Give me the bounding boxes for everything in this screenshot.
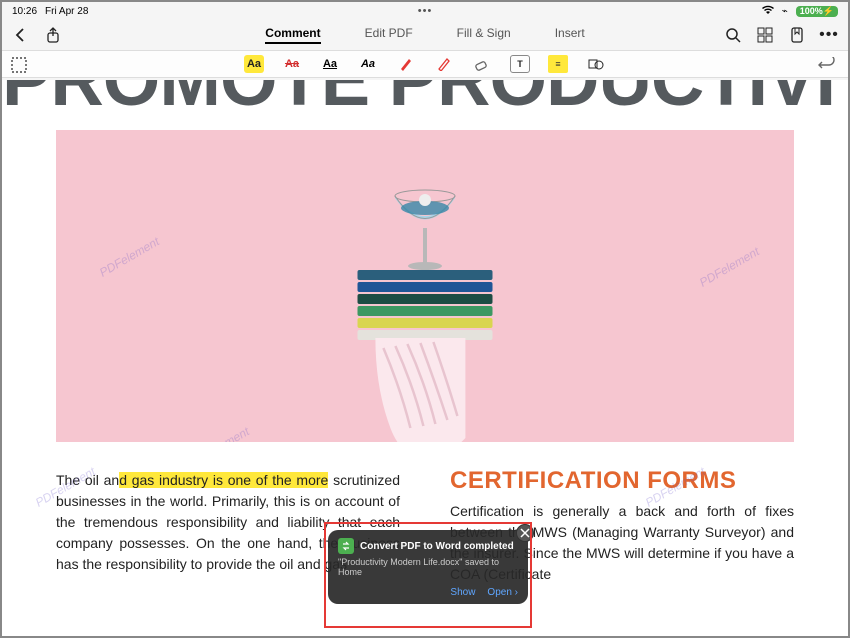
pen-tool[interactable] [396,55,416,73]
toast-open-button[interactable]: Open › [487,587,518,598]
hero-image: PDFelement PDFelement PDFelement PDFelem… [56,130,794,442]
status-date: Fri Apr 28 [45,6,88,17]
battery-indicator: 100%⚡ [796,6,838,17]
tab-fill-sign[interactable]: Fill & Sign [457,26,511,44]
toast-title: Convert PDF to Word completed [360,541,518,552]
marker-tool[interactable] [434,55,454,73]
underline-tool[interactable]: Aa [320,55,340,73]
shape-tool[interactable] [586,55,606,73]
books-illustration [358,270,493,342]
page-title: PROMOTE PRODUCTIVITY [2,80,848,106]
status-time: 10:26 [12,6,37,17]
more-icon[interactable]: ••• [820,26,838,44]
back-icon[interactable] [12,26,30,44]
thumbnails-icon[interactable] [756,26,774,44]
conversion-toast: Convert PDF to Word completed "Productiv… [328,530,528,604]
highlight-tool[interactable]: Aa [244,55,264,73]
glass-illustration [390,186,460,276]
undo-icon[interactable] [818,56,836,74]
tab-edit-pdf[interactable]: Edit PDF [365,26,413,44]
status-bar: 10:26 Fri Apr 28 ••• ⌁ 100%⚡ [2,2,848,20]
close-icon[interactable] [516,524,534,542]
section-heading: CERTIFICATION FORMS [450,470,794,491]
toast-show-button[interactable]: Show [450,587,475,598]
share-icon[interactable] [44,26,62,44]
status-handle[interactable]: ••• [418,5,433,17]
wifi-icon [762,5,774,18]
watermark: PDFelement [187,424,252,442]
select-area-icon[interactable] [10,56,28,74]
annotate-toolbar: Aa Aa Aa Aa T ≡ [2,50,848,78]
strikethrough-tool[interactable]: Aa [282,55,302,73]
sticky-note-tool[interactable]: ≡ [548,55,568,73]
highlighted-text[interactable]: d gas industry is one of the more [119,472,328,488]
search-icon[interactable] [724,26,742,44]
bookmark-icon[interactable] [788,26,806,44]
toast-subtitle: "Productivity Modern Life.docx" saved to… [338,557,518,577]
convert-icon [338,538,354,554]
watermark: PDFelement [697,244,762,289]
tab-comment[interactable]: Comment [265,26,320,44]
mode-tabs: Comment Edit PDF Fill & Sign Insert [2,26,848,44]
squiggly-tool[interactable]: Aa [358,55,378,73]
tab-insert[interactable]: Insert [555,26,585,44]
eraser-tool[interactable] [472,55,492,73]
watermark: PDFelement [97,234,162,279]
textbox-tool[interactable]: T [510,55,530,73]
top-toolbar: Comment Edit PDF Fill & Sign Insert ••• [2,20,848,50]
bluetooth-icon: ⌁ [782,6,788,17]
body-text: The oil an [56,472,119,488]
sock-illustration [335,338,495,442]
